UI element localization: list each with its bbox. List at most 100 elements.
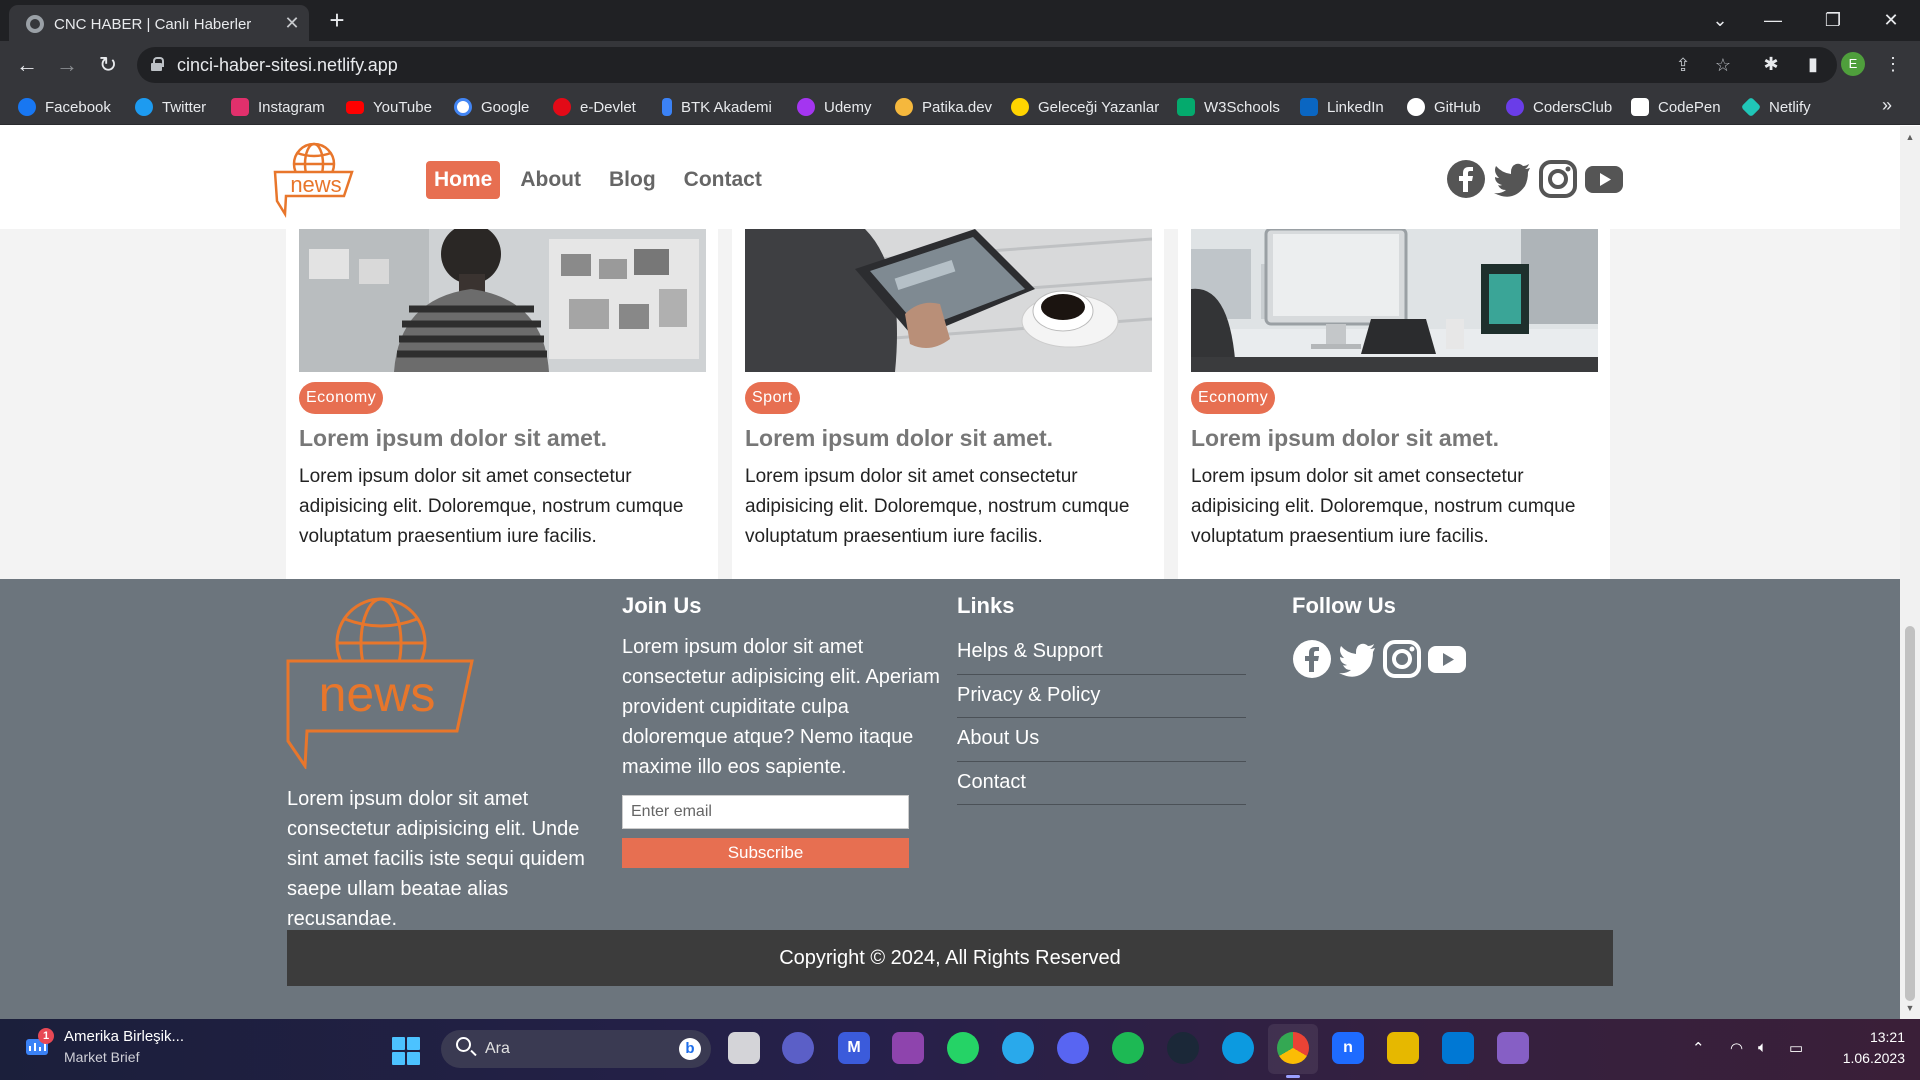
follow-us-heading: Follow Us bbox=[1292, 593, 1396, 618]
news-logo[interactable]: news bbox=[272, 139, 356, 219]
bookmark-twitter[interactable]: Twitter bbox=[135, 89, 206, 125]
reload-button[interactable]: ↻ bbox=[94, 51, 122, 79]
notion-like-icon[interactable]: n bbox=[1332, 1032, 1364, 1064]
scrollbar-thumb[interactable] bbox=[1905, 626, 1915, 1001]
bookmark-w3schools[interactable]: W3Schools bbox=[1177, 89, 1280, 125]
spotify-icon[interactable] bbox=[1112, 1032, 1144, 1064]
more-bookmarks-icon[interactable]: » bbox=[1882, 95, 1892, 116]
category-badge[interactable]: Economy bbox=[299, 382, 384, 414]
share-icon[interactable]: ⇪ bbox=[1672, 54, 1694, 76]
bookmark-google[interactable]: Google bbox=[454, 89, 529, 125]
news-card[interactable]: Sport Lorem ipsum dolor sit amet. Lorem … bbox=[732, 229, 1164, 579]
youtube-icon[interactable] bbox=[1584, 159, 1624, 199]
widget-news-subtitle[interactable]: Market Brief bbox=[64, 1049, 139, 1065]
active-app-indicator bbox=[1286, 1075, 1300, 1078]
bookmark-patika[interactable]: Patika.dev bbox=[895, 89, 992, 125]
link-helps-support[interactable]: Helps & Support bbox=[957, 631, 1246, 675]
visual-studio-icon[interactable] bbox=[1497, 1032, 1529, 1064]
clipchamp-icon[interactable] bbox=[892, 1032, 924, 1064]
nav-blog[interactable]: Blog bbox=[601, 161, 664, 199]
bookmark-udemy[interactable]: Udemy bbox=[797, 89, 872, 125]
link-contact[interactable]: Contact bbox=[957, 762, 1246, 805]
wifi-icon[interactable]: ◠ bbox=[1730, 1039, 1743, 1057]
new-tab-button[interactable]: + bbox=[324, 7, 350, 33]
nav-contact[interactable]: Contact bbox=[676, 161, 770, 199]
card-image[interactable] bbox=[299, 229, 706, 372]
bookmark-codersclub[interactable]: CodersClub bbox=[1506, 89, 1612, 125]
instagram-icon[interactable] bbox=[1382, 639, 1422, 679]
bing-icon[interactable]: b bbox=[679, 1038, 701, 1060]
battery-icon[interactable]: ▭ bbox=[1789, 1039, 1803, 1057]
bookmark-instagram[interactable]: Instagram bbox=[231, 89, 325, 125]
sticky-notes-icon[interactable] bbox=[1387, 1032, 1419, 1064]
lock-icon[interactable] bbox=[151, 57, 164, 71]
chrome-icon[interactable] bbox=[1277, 1032, 1309, 1064]
bookmark-btk[interactable]: BTK Akademi bbox=[662, 89, 772, 125]
category-badge[interactable]: Sport bbox=[745, 382, 800, 414]
bookmark-facebook[interactable]: Facebook bbox=[18, 89, 111, 125]
card-title[interactable]: Lorem ipsum dolor sit amet. bbox=[1191, 425, 1499, 452]
card-title[interactable]: Lorem ipsum dolor sit amet. bbox=[745, 425, 1053, 452]
tray-overflow-icon[interactable]: ⌃ bbox=[1692, 1039, 1705, 1057]
twitter-icon[interactable] bbox=[1492, 159, 1532, 199]
scroll-down-arrow-icon[interactable]: ▼ bbox=[1905, 1003, 1915, 1013]
teams-chat-icon[interactable] bbox=[782, 1032, 814, 1064]
bookmark-edevlet[interactable]: e-Devlet bbox=[553, 89, 636, 125]
news-card[interactable]: Economy Lorem ipsum dolor sit amet. Lore… bbox=[286, 229, 718, 579]
restore-button[interactable]: ❐ bbox=[1813, 6, 1853, 34]
side-panel-icon[interactable]: ▮ bbox=[1800, 51, 1826, 77]
nav-home[interactable]: Home bbox=[426, 161, 501, 199]
task-view-icon[interactable] bbox=[728, 1032, 760, 1064]
bookmark-netlify[interactable]: Netlify bbox=[1740, 89, 1811, 125]
url-text[interactable]: cinci-haber-sitesi.netlify.app bbox=[177, 55, 398, 76]
clock-time[interactable]: 13:21 bbox=[1845, 1029, 1905, 1045]
news-card[interactable]: Economy Lorem ipsum dolor sit amet. Lore… bbox=[1178, 229, 1610, 579]
volume-icon[interactable]: 🔈︎ bbox=[1758, 1039, 1767, 1056]
bookmark-youtube[interactable]: YouTube bbox=[346, 89, 432, 125]
facebook-icon[interactable] bbox=[1292, 639, 1332, 679]
category-badge[interactable]: Economy bbox=[1191, 382, 1276, 414]
discord-icon[interactable] bbox=[1057, 1032, 1089, 1064]
extensions-icon[interactable]: ✱ bbox=[1758, 51, 1784, 77]
profile-avatar[interactable]: E bbox=[1841, 52, 1865, 76]
steam-icon[interactable] bbox=[1167, 1032, 1199, 1064]
link-privacy-policy[interactable]: Privacy & Policy bbox=[957, 675, 1246, 718]
footer-news-logo[interactable]: news bbox=[285, 591, 475, 769]
browser-tab[interactable]: CNC HABER | Canlı Haberler ✕ bbox=[9, 5, 309, 41]
youtube-icon[interactable] bbox=[1427, 639, 1467, 679]
page-scrollbar[interactable]: ▲ ▼ bbox=[1900, 126, 1920, 1019]
bookmark-star-icon[interactable]: ☆ bbox=[1712, 54, 1734, 76]
clock-date[interactable]: 1.06.2023 bbox=[1820, 1050, 1905, 1066]
scroll-up-arrow-icon[interactable]: ▲ bbox=[1905, 132, 1915, 142]
vscode-icon[interactable] bbox=[1442, 1032, 1474, 1064]
menu-icon[interactable]: ⋮ bbox=[1880, 51, 1906, 77]
whatsapp-icon[interactable] bbox=[947, 1032, 979, 1064]
app-m-icon[interactable]: M bbox=[838, 1032, 870, 1064]
taskbar-search[interactable]: Ara b bbox=[441, 1030, 711, 1068]
minimize-button[interactable]: — bbox=[1753, 6, 1793, 34]
card-image[interactable] bbox=[745, 229, 1152, 372]
subscribe-button[interactable]: Subscribe bbox=[622, 838, 909, 868]
widget-news-title[interactable]: Amerika Birleşik... bbox=[64, 1028, 184, 1045]
facebook-icon[interactable] bbox=[1446, 159, 1486, 199]
telegram-icon[interactable] bbox=[1002, 1032, 1034, 1064]
tab-search-icon[interactable]: ⌄ bbox=[1700, 6, 1740, 34]
edge-icon[interactable] bbox=[1222, 1032, 1254, 1064]
close-window-button[interactable]: ✕ bbox=[1871, 6, 1911, 34]
instagram-icon[interactable] bbox=[1538, 159, 1578, 199]
back-button[interactable]: ← bbox=[13, 51, 41, 79]
bookmark-gelecegi-yazanlar[interactable]: Geleceği Yazanlar bbox=[1011, 89, 1159, 125]
nav-about[interactable]: About bbox=[512, 161, 589, 199]
bookmark-github[interactable]: GitHub bbox=[1407, 89, 1481, 125]
card-image[interactable] bbox=[1191, 229, 1598, 372]
email-field[interactable] bbox=[622, 795, 909, 829]
card-title[interactable]: Lorem ipsum dolor sit amet. bbox=[299, 425, 607, 452]
start-button[interactable] bbox=[392, 1037, 420, 1065]
twitter-icon[interactable] bbox=[1337, 639, 1377, 679]
address-bar[interactable]: cinci-haber-sitesi.netlify.app ⇪ ☆ bbox=[137, 47, 1837, 83]
bookmark-linkedin[interactable]: LinkedIn bbox=[1300, 89, 1384, 125]
bookmark-codepen[interactable]: CodePen bbox=[1631, 89, 1721, 125]
forward-button[interactable]: → bbox=[53, 51, 81, 79]
link-about-us[interactable]: About Us bbox=[957, 718, 1246, 762]
close-tab-icon[interactable]: ✕ bbox=[281, 12, 303, 34]
